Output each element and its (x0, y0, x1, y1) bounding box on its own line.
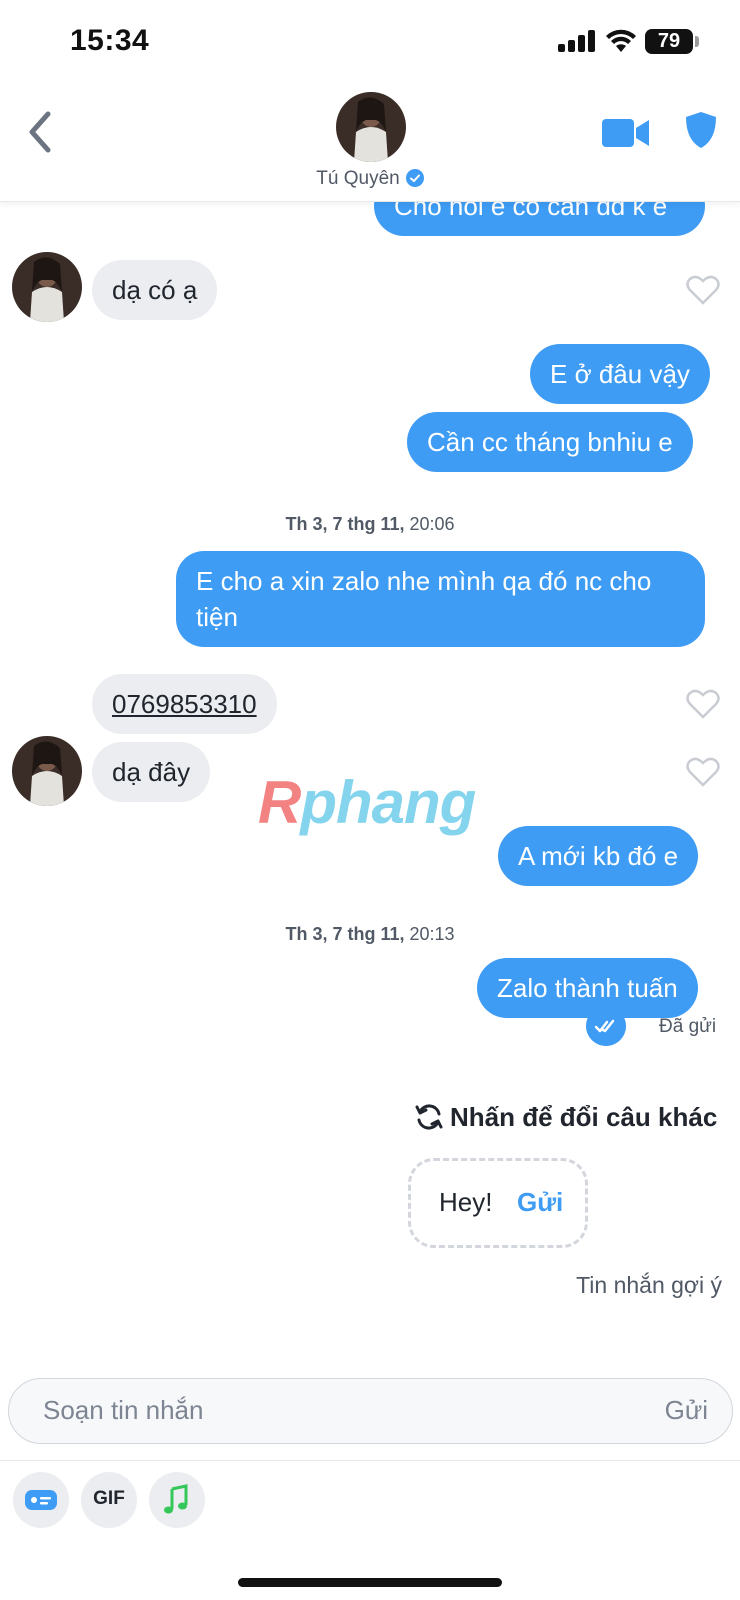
shield-icon[interactable] (684, 110, 718, 150)
double-check-icon (586, 1006, 626, 1046)
watermark-part-b: phang (300, 769, 476, 836)
sticker-button[interactable] (13, 1472, 69, 1528)
verified-icon (405, 169, 424, 187)
phone-number-link[interactable]: 0769853310 (112, 689, 257, 719)
contact-name-row[interactable]: Tú Quyên (0, 168, 740, 190)
contact-name: Tú Quyên (316, 168, 400, 189)
contact-avatar-small[interactable] (12, 252, 82, 322)
message-text-line: tiện (196, 602, 238, 632)
timestamp: Th 3, 7 thg 11, 20:06 (0, 514, 740, 535)
music-button[interactable] (149, 1472, 205, 1528)
suggestion-send-button[interactable]: Gửi (517, 1187, 563, 1218)
swap-suggestion-button[interactable]: Nhấn để đổi câu khác (414, 1102, 717, 1133)
message-text: E ở đâu vậy (550, 359, 690, 389)
home-indicator[interactable] (238, 1578, 502, 1587)
heart-icon[interactable] (686, 274, 720, 306)
message-text: dạ đây (112, 757, 191, 787)
outgoing-message[interactable]: E cho a xin zalo nhe mình qa đó nc cho t… (176, 551, 705, 647)
timestamp-day: Th 3, 7 thg 11, (285, 514, 405, 534)
watermark-logo: Rphang (258, 768, 476, 837)
wifi-icon (606, 29, 636, 52)
message-text: A mới kb đó e (518, 841, 679, 871)
composer-send-button[interactable]: Gửi (665, 1395, 708, 1426)
chat-header: Tú Quyên (0, 80, 740, 202)
message-composer[interactable]: Soạn tin nhắn Gửi (8, 1378, 733, 1444)
sent-plus: + (630, 998, 645, 1025)
outgoing-message[interactable]: A mới kb đó e (498, 826, 699, 886)
timestamp-day: Th 3, 7 thg 11, (285, 924, 405, 944)
sent-status: + Đã gửi (586, 998, 726, 1046)
gif-button[interactable]: GIF (81, 1472, 137, 1528)
battery-tip (695, 36, 699, 47)
watermark-part-a: R (258, 769, 301, 836)
contact-avatar[interactable] (336, 92, 406, 162)
message-input-placeholder[interactable]: Soạn tin nhắn (43, 1395, 203, 1426)
status-time: 15:34 (70, 24, 150, 57)
incoming-message[interactable]: dạ có ạ (92, 260, 218, 320)
contact-avatar-small[interactable] (12, 736, 82, 806)
timestamp-time: 20:06 (409, 514, 455, 534)
status-bar: 15:34 79 (0, 0, 740, 80)
timestamp: Th 3, 7 thg 11, 20:13 (0, 924, 740, 945)
gif-label: GIF (93, 1488, 125, 1509)
heart-icon[interactable] (686, 688, 720, 720)
incoming-message[interactable]: 0769853310 (92, 674, 277, 734)
music-note-icon (164, 1484, 188, 1514)
message-text: dạ có ạ (112, 275, 198, 305)
cellular-signal-icon (558, 30, 596, 52)
suggestion-text: Hey! (439, 1187, 493, 1217)
sticker-icon (25, 1490, 57, 1510)
refresh-icon (415, 1104, 443, 1130)
incoming-message[interactable]: dạ đây (92, 742, 211, 802)
back-chevron-icon[interactable] (20, 106, 60, 158)
outgoing-message[interactable]: Cần cc tháng bnhiu e (407, 412, 693, 472)
message-text: Cần cc tháng bnhiu e (427, 427, 673, 457)
heart-icon[interactable] (686, 756, 720, 788)
timestamp-time: 20:13 (409, 924, 455, 944)
outgoing-message[interactable]: E ở đâu vậy (530, 344, 710, 404)
toolbar-divider (0, 1460, 740, 1461)
swap-suggestion-label: Nhấn để đổi câu khác (450, 1102, 718, 1132)
video-call-icon[interactable] (602, 116, 650, 150)
sent-label: Đã gửi (659, 1016, 717, 1037)
message-text: Zalo thành tuấn (497, 973, 678, 1003)
suggestion-card[interactable]: Hey! Gửi (408, 1158, 588, 1248)
battery-indicator: 79 (645, 29, 693, 54)
suggested-messages-label: Tin nhắn gợi ý (576, 1272, 722, 1298)
message-text-line: E cho a xin zalo nhe mình qa đó nc cho (196, 566, 652, 596)
